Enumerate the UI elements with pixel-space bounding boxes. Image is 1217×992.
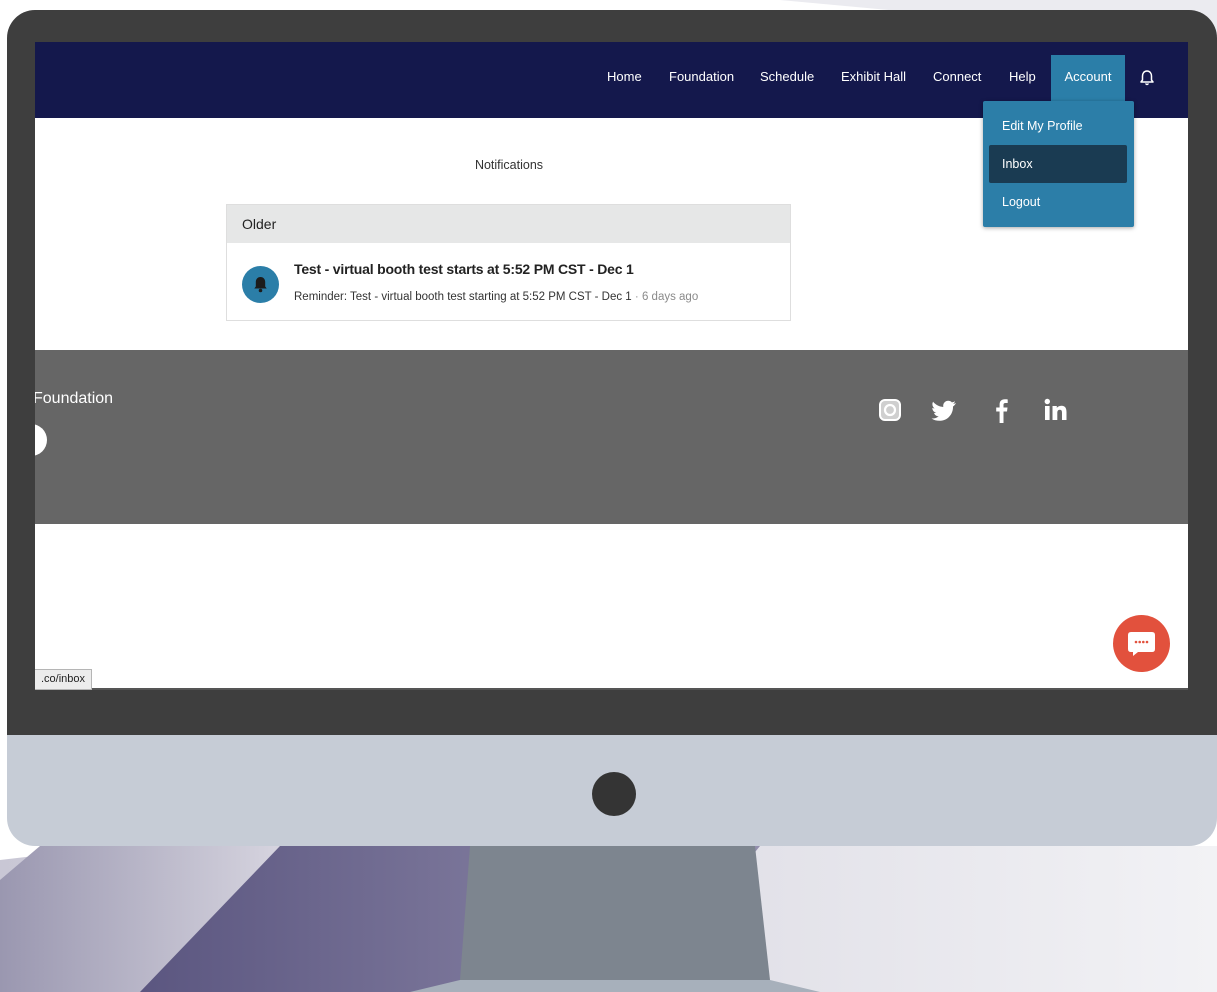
instagram-icon[interactable] [876,396,904,424]
monitor-logo-dot [592,772,636,816]
notification-bell-icon[interactable] [1139,69,1155,87]
nav-link-exhibit-hall[interactable]: Exhibit Hall [841,69,906,84]
notification-body: Reminder: Test - virtual booth test star… [294,291,698,303]
nav-account-button[interactable]: Account [1051,55,1125,102]
page-title: Notifications [474,158,544,172]
account-dropdown-menu: Edit My Profile Inbox Logout [983,101,1134,227]
screen: Home Foundation Schedule Exhibit Hall Co… [35,42,1188,690]
menu-item-edit-profile[interactable]: Edit My Profile [989,107,1127,145]
notification-text: Reminder: Test - virtual booth test star… [294,291,632,303]
twitter-icon[interactable] [931,396,959,424]
chat-launcher-button[interactable] [1113,615,1170,672]
nav-link-connect[interactable]: Connect [933,69,981,84]
menu-item-inbox[interactable]: Inbox [989,145,1127,183]
nav-link-help[interactable]: Help [1009,69,1036,84]
status-bar-url: .co/inbox [35,669,93,690]
notification-timestamp: 6 days ago [641,291,699,303]
bell-icon [242,266,279,303]
notifications-card: Older Test - virtual booth test starts a… [226,204,791,321]
nav-link-schedule[interactable]: Schedule [760,69,814,84]
notifications-section-header: Older [227,205,790,243]
screen-bottom-edge [91,688,1188,690]
nav-link-home[interactable]: Home [607,69,642,84]
footer: Foundation [35,350,1188,524]
linkedin-icon[interactable] [1042,396,1070,424]
footer-title: Foundation [35,390,114,407]
notification-title[interactable]: Test - virtual booth test starts at 5:52… [294,261,634,277]
menu-item-logout[interactable]: Logout [989,183,1127,221]
nav-link-foundation[interactable]: Foundation [669,69,734,84]
facebook-icon[interactable] [987,396,1015,424]
notification-separator: · [634,291,639,303]
footer-badge [35,424,47,456]
